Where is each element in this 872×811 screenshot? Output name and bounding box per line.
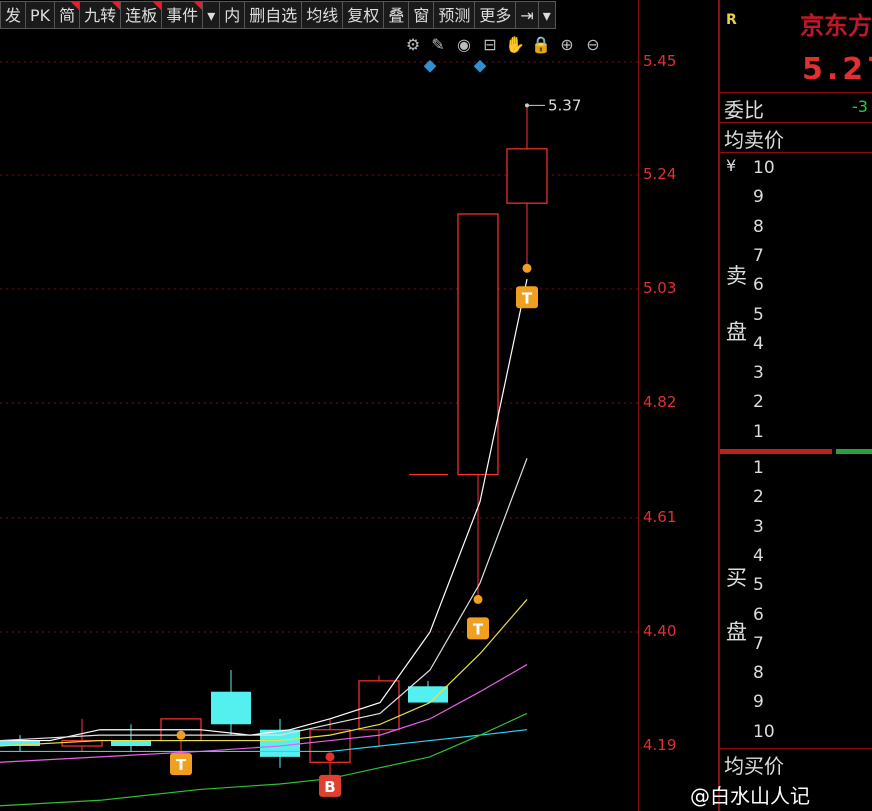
marker-diamond: [423, 59, 437, 73]
stock-name[interactable]: 京东方: [800, 6, 872, 41]
book-level: 10: [753, 158, 775, 178]
signal-dot: [176, 730, 186, 740]
settings-gear-icon[interactable]: ⚙: [403, 35, 423, 55]
zoom-in-icon[interactable]: ⊕: [557, 35, 577, 55]
toolbar-button-6[interactable]: ▾: [202, 1, 220, 29]
watermark: @白水山人记: [690, 784, 810, 808]
moving-average-line: [0, 664, 528, 763]
toolbar-button-7[interactable]: 内: [219, 1, 245, 29]
toolbar-button-12[interactable]: 窗: [408, 1, 434, 29]
toolbox-icon[interactable]: ⊟: [480, 35, 500, 55]
buy-book-label-2: 盘: [726, 620, 747, 644]
book-level: 7: [753, 633, 764, 654]
moving-average-line: [0, 712, 528, 807]
moving-average-line: [0, 279, 528, 742]
latest-price: 5.27: [802, 52, 872, 87]
book-level: 6: [753, 275, 764, 296]
book-level: 1: [753, 421, 764, 442]
sell-book-divider: [720, 152, 872, 153]
toolbar-button-9[interactable]: 均线: [301, 1, 343, 29]
lock-icon[interactable]: 🔒: [531, 35, 551, 55]
candle-body: [506, 148, 548, 204]
sell-strength-bar: [720, 449, 832, 454]
toolbar-button-14[interactable]: 更多: [474, 1, 516, 29]
signal-dot: [522, 263, 532, 273]
zoom-out-icon[interactable]: ⊖: [583, 35, 603, 55]
signal-badge-label: T: [473, 620, 484, 638]
signal-dot: [473, 594, 483, 604]
signal-badge-label: B: [324, 778, 335, 796]
rzrq-flag: R: [726, 12, 737, 28]
chart-tool-icons: ⚙ ✎ ◉ ⊟ ✋ 🔒 ⊕ ⊖: [400, 35, 640, 57]
toolbar-button-5[interactable]: 事件: [161, 1, 203, 29]
book-level: 10: [753, 721, 775, 742]
wei-bi-row: 委比 -3: [720, 92, 872, 122]
signal-dot: [325, 752, 335, 762]
price-tick: 4.61: [643, 508, 677, 526]
price-tick: 5.45: [643, 52, 677, 70]
book-level: 5: [753, 575, 764, 596]
wei-bi-value: -3: [852, 97, 868, 116]
kline-chart[interactable]: 5.37 T B T T: [0, 0, 638, 811]
price-tick: 5.24: [643, 165, 677, 183]
toolbar-button-11[interactable]: 叠: [383, 1, 409, 29]
price-tick: 4.19: [643, 736, 677, 754]
book-level: 1: [753, 458, 764, 478]
chart-toolbar: 发 PK 简九转 连板 事件 ▾ 内删自选 均线 复权叠窗预测 更多 ⇥ ▾: [0, 0, 638, 30]
wei-bi-label: 委比: [724, 98, 764, 122]
book-level: 2: [753, 487, 764, 508]
avg-sell-row: 均卖价: [720, 122, 872, 152]
toolbar-button-0[interactable]: 发: [0, 1, 26, 29]
high-price-label: 5.37: [548, 96, 581, 114]
toolbar-button-1[interactable]: PK: [25, 1, 55, 29]
candle-body: [111, 740, 151, 746]
book-level: 5: [753, 304, 764, 325]
toolbar-button-10[interactable]: 复权: [342, 1, 384, 29]
candle-body: [457, 213, 499, 476]
moving-average-line: [0, 599, 528, 747]
price-tick: 4.40: [643, 622, 677, 640]
toolbar-button-8[interactable]: 删自选: [244, 1, 302, 29]
signal-badge-label: T: [522, 289, 533, 307]
pen-icon[interactable]: ✎: [428, 35, 448, 55]
book-level: 2: [753, 392, 764, 413]
book-level: 4: [753, 545, 764, 566]
price-tick: 4.82: [643, 393, 677, 411]
eye-icon[interactable]: ◉: [454, 35, 474, 55]
book-level: 4: [753, 333, 764, 354]
book-level: 3: [753, 363, 764, 384]
avg-sell-label: 均卖价: [724, 128, 784, 152]
buy-book-label-1: 买: [726, 566, 747, 590]
sell-book-label-1: 卖: [726, 264, 747, 288]
toolbar-button-13[interactable]: 预测: [433, 1, 475, 29]
toolbar-button-2[interactable]: 简: [54, 1, 80, 29]
candle-body: [358, 680, 400, 731]
candle-body: [260, 729, 300, 757]
book-level: 6: [753, 604, 764, 625]
price-tick: 5.03: [643, 279, 677, 297]
book-level: 8: [753, 216, 764, 237]
price-axis: 5.45 5.24 5.03 4.82 4.61 4.40 4.19: [638, 0, 719, 811]
buy-strength-bar: [836, 449, 872, 454]
candle-body: [211, 691, 251, 725]
book-level: 9: [753, 692, 764, 713]
quote-panel: R 京东方 5.27 委比 -3 均卖价 ¥ 卖 盘 10 9 8 7 6 5 4 3 2 1 买…: [718, 0, 872, 811]
candle-body: [408, 686, 448, 703]
toolbar-button-15[interactable]: ⇥: [515, 1, 538, 29]
avg-buy-row: 均买价: [720, 748, 872, 778]
currency-label: ¥: [726, 156, 737, 175]
toolbar-button-4[interactable]: 连板: [120, 1, 162, 29]
high-dot: [525, 103, 529, 108]
toolbar-button-16[interactable]: ▾: [537, 1, 556, 29]
book-level: 9: [753, 187, 764, 208]
book-level: 8: [753, 663, 764, 684]
toolbar-button-3[interactable]: 九转: [79, 1, 121, 29]
sell-book-label-2: 盘: [726, 320, 747, 344]
hand-icon[interactable]: ✋: [505, 35, 525, 55]
book-level: 7: [753, 245, 764, 266]
book-level: 3: [753, 516, 764, 537]
signal-badge-label: T: [176, 756, 187, 774]
avg-buy-label: 均买价: [724, 754, 784, 778]
